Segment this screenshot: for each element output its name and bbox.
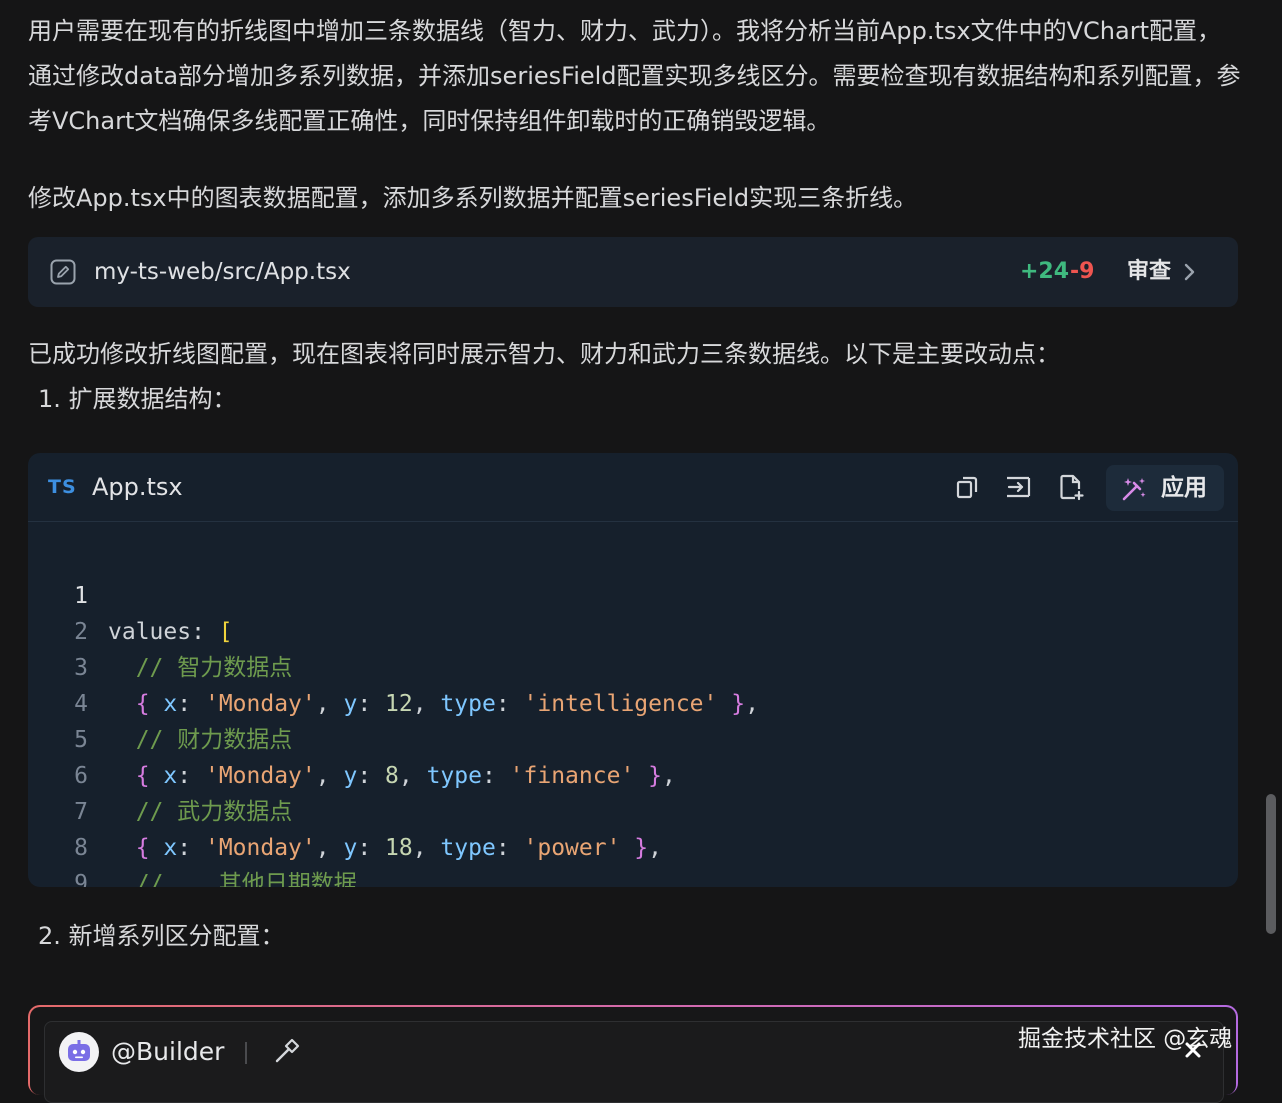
result-paragraph: 已成功修改折线图配置，现在图表将同时展示智力、财力和武力三条数据线。以下是主要改… (28, 340, 1060, 368)
code-block: TS App.tsx 应用 1 values: [2 // 智力数据点 3 {… (28, 453, 1238, 887)
code-line: 3 { x: 'Monday', y: 12, type: 'intellige… (28, 614, 759, 717)
robot-icon (68, 1040, 90, 1061)
code-line: 7 { x: 'Monday', y: 18, type: 'power' }, (28, 758, 662, 861)
deletions-count: -9 (1070, 259, 1095, 284)
copy-icon[interactable] (952, 472, 982, 502)
code-line: 8 // ...其他日期数据 (28, 794, 357, 887)
code-line: 2 // 智力数据点 (28, 578, 292, 681)
code-line: 4 // 财力数据点 (28, 650, 292, 753)
code-filename: App.tsx (92, 473, 183, 501)
file-path[interactable]: my-ts-web/src/App.tsx (94, 254, 351, 290)
code-line: 6 // 武力数据点 (28, 722, 292, 825)
intro-paragraph: 用户需要在现有的折线图中增加三条数据线（智力、财力、武力）。我将分析当前App.… (28, 17, 1241, 135)
apply-button[interactable]: 应用 (1106, 465, 1224, 511)
insert-icon[interactable] (1003, 472, 1033, 502)
magic-wand-icon (1122, 478, 1146, 501)
scrollbar[interactable] (1266, 794, 1276, 934)
apply-label: 应用 (1161, 475, 1207, 501)
code-block-header: TS App.tsx 应用 (28, 453, 1238, 522)
language-badge: TS (48, 476, 77, 498)
avatar (59, 1032, 99, 1072)
additions-count: +24 (1020, 259, 1070, 284)
list-item: 2. 新增系列区分配置： (38, 922, 285, 950)
edit-icon (50, 259, 76, 285)
code-line: 9 ] (28, 830, 111, 887)
review-button[interactable]: 审查 (1127, 254, 1171, 290)
code-line: 5 { x: 'Monday', y: 8, type: 'finance' }… (28, 686, 676, 789)
list-item: 1. 扩展数据结构： (38, 385, 237, 413)
divider (245, 1042, 247, 1064)
line-number: 9 (74, 871, 88, 887)
plan-paragraph: 修改App.tsx中的图表数据配置，添加多系列数据并配置seriesField实… (28, 184, 918, 212)
file-change-card[interactable]: my-ts-web/src/App.tsx +24 -9 审查 (28, 237, 1238, 307)
code-line: 1 values: [ (28, 542, 233, 645)
close-icon[interactable] (1183, 1040, 1203, 1060)
agent-mention[interactable]: @Builder (111, 1032, 224, 1072)
hammer-icon[interactable] (273, 1037, 301, 1065)
chevron-right-icon[interactable] (1180, 259, 1200, 285)
new-file-icon[interactable] (1056, 472, 1086, 502)
